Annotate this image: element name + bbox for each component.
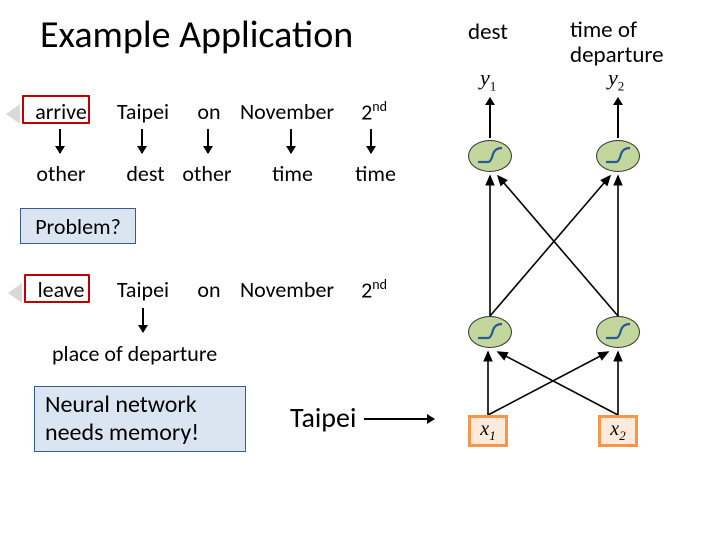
label-dest: dest (468, 18, 508, 46)
label-place-of-departure: place of departure (52, 340, 217, 367)
input-x2: x2 (598, 415, 638, 447)
callout-tail (6, 104, 20, 124)
arrow-down-icon (290, 129, 292, 153)
neuron-node (468, 316, 512, 348)
word-leave: leave (30, 276, 92, 303)
arrow-down-icon (207, 129, 209, 153)
word-on: on (189, 276, 229, 303)
tag-time: time (265, 160, 320, 187)
word-taipei: Taipei (108, 276, 178, 303)
tag-dest: dest (118, 160, 173, 187)
neuron-node (596, 316, 640, 348)
arrow-down-icon (370, 129, 372, 153)
sentence-row-1: arrive Taipei on November 2nd (20, 98, 420, 128)
slide-title: Example Application (40, 12, 353, 58)
arrow-down-icon (142, 308, 144, 332)
arrow-down-icon (59, 129, 61, 153)
word-on: on (189, 98, 229, 125)
tag-other: other (176, 160, 238, 187)
sentence-row-2: leave Taipei on November 2nd (20, 276, 420, 306)
arrow-down-icon (141, 129, 143, 153)
tag-time: time (348, 160, 403, 187)
word-taipei-bottom: Taipei (290, 400, 356, 435)
word-november: November (232, 98, 342, 125)
arrow-right-icon (364, 418, 434, 420)
word-taipei: Taipei (108, 98, 178, 125)
neuron-node (596, 140, 640, 172)
problem-box: Problem? (20, 208, 136, 244)
neural-net-diagram: y1 y2 (440, 60, 700, 500)
tag-row: other dest other time time (20, 160, 420, 190)
word-november: November (232, 276, 342, 303)
word-2nd: 2nd (353, 98, 395, 125)
neuron-node (468, 140, 512, 172)
tag-other: other (30, 160, 92, 187)
word-2nd: 2nd (353, 276, 395, 303)
memory-box: Neural network needs memory! (34, 386, 246, 452)
input-x1: x1 (468, 415, 508, 447)
word-arrive: arrive (26, 98, 96, 125)
